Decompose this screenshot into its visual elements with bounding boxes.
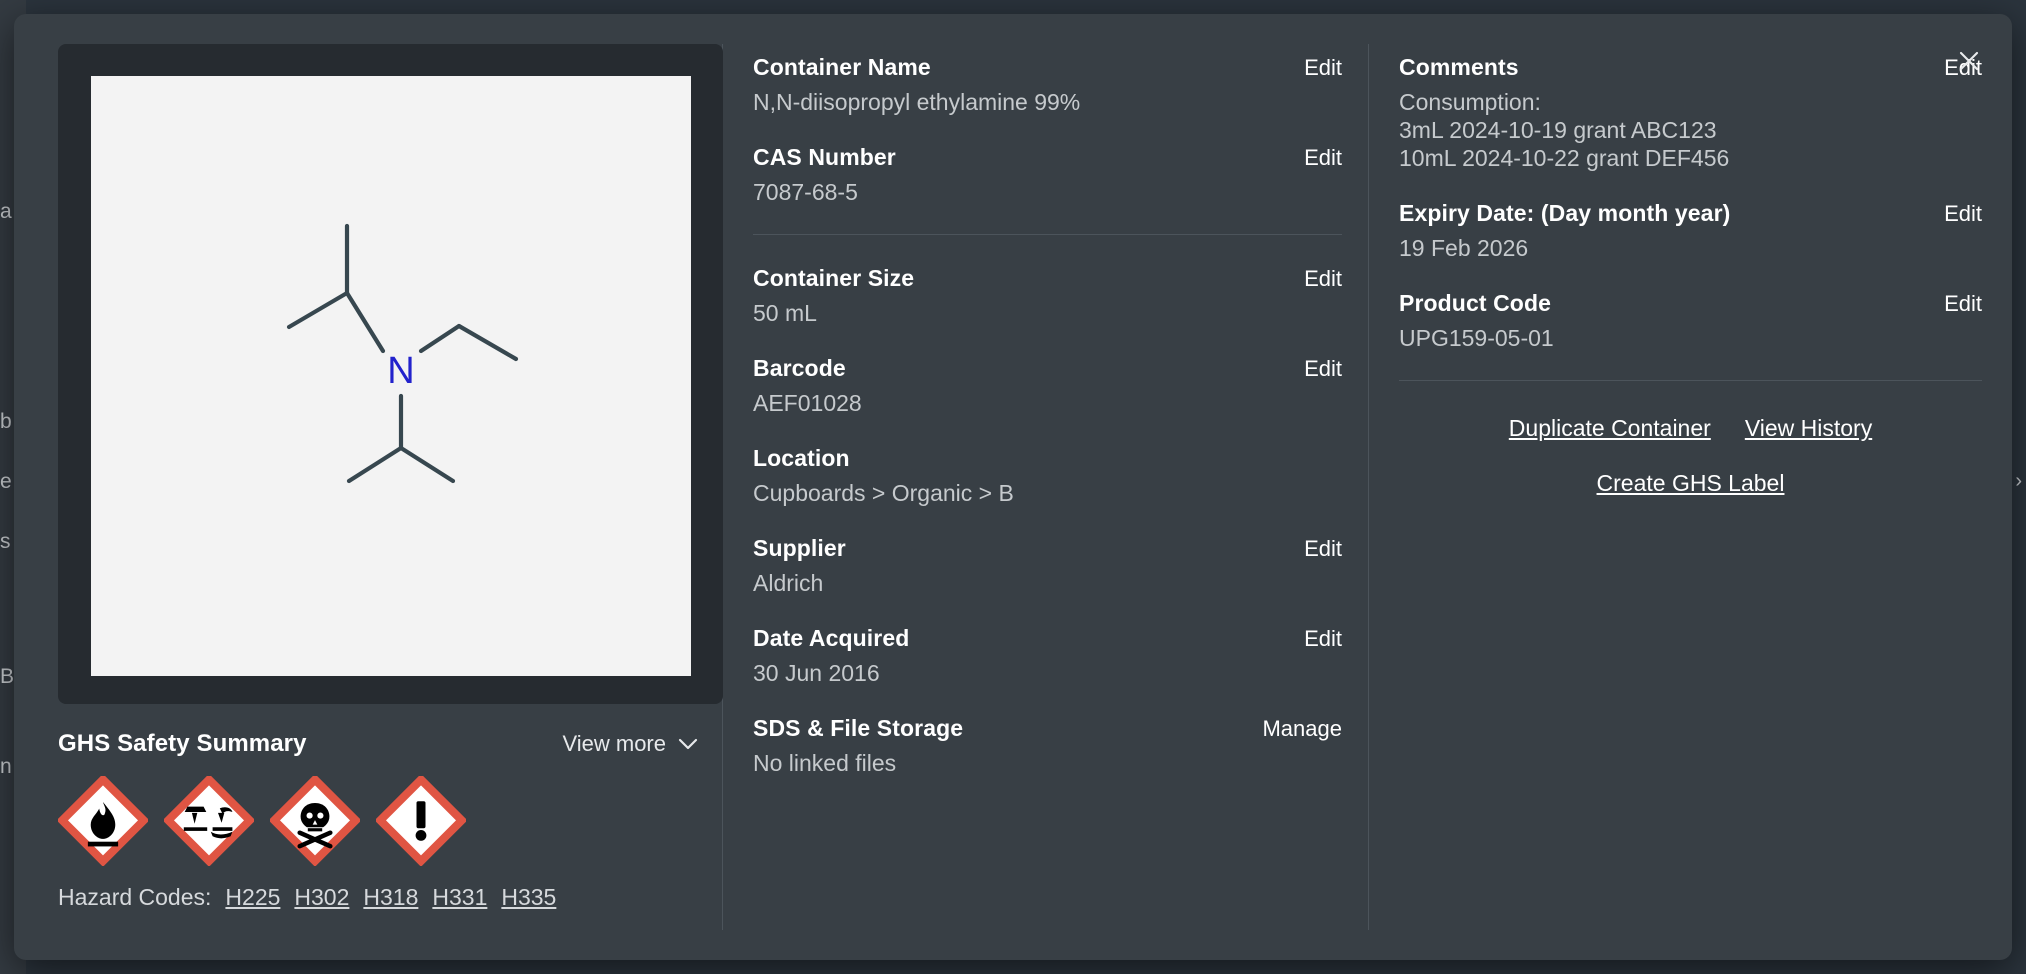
acute-toxicity-pictogram [268, 773, 362, 867]
field-label: Location [753, 445, 850, 472]
secondary-actions-row: Create GHS Label [1399, 470, 1982, 497]
field-supplier: Supplier Edit Aldrich [753, 535, 1342, 597]
field-label: Comments [1399, 54, 1519, 80]
ghs-header: GHS Safety Summary View more [58, 730, 698, 758]
edit-expiry-date-button[interactable]: Edit [1944, 201, 1982, 227]
background-text-fragment: a [0, 200, 12, 223]
field-container-name: Container Name Edit N,N-diisopropyl ethy… [753, 54, 1342, 116]
field-value: 30 Jun 2016 [753, 660, 880, 687]
field-barcode: Barcode Edit AEF01028 [753, 355, 1342, 417]
ghs-pictogram-list [56, 773, 682, 867]
field-location: Location Cupboards > Organic > B [753, 445, 1342, 507]
field-value: No linked files [753, 750, 897, 777]
chevron-down-icon [678, 730, 698, 756]
duplicate-container-link[interactable]: Duplicate Container [1509, 415, 1711, 442]
field-sds-file-storage: SDS & File Storage Manage No linked file… [753, 715, 1342, 777]
edit-date-acquired-button[interactable]: Edit [1304, 626, 1342, 652]
field-label: Container Name [753, 54, 931, 80]
hazard-code-h318[interactable]: H318 [363, 884, 418, 911]
flammable-pictogram [56, 773, 150, 867]
field-container-size: Container Size Edit 50 mL [753, 265, 1342, 327]
nitrogen-atom-label: N [387, 350, 414, 392]
hazard-code-h335[interactable]: H335 [501, 884, 556, 911]
field-label: Product Code [1399, 290, 1551, 317]
section-divider [753, 234, 1342, 236]
edit-cas-number-button[interactable]: Edit [1304, 145, 1342, 171]
hazard-code-h331[interactable]: H331 [432, 884, 487, 911]
field-expiry-date: Expiry Date: (Day month year) Edit 19 Fe… [1399, 200, 1982, 262]
hazard-codes-row: Hazard Codes: H225 H302 H318 H331 H335 [58, 884, 682, 911]
ghs-safety-summary-section: GHS Safety Summary View more Hazard Code… [56, 730, 698, 911]
hazard-codes-label: Hazard Codes: [58, 884, 212, 910]
field-label: Supplier [753, 535, 846, 562]
structure-card: N [58, 44, 723, 704]
hazard-code-h225[interactable]: H225 [225, 884, 280, 911]
field-label: CAS Number [753, 144, 896, 171]
edit-container-name-button[interactable]: Edit [1304, 55, 1342, 81]
field-label: Date Acquired [753, 625, 910, 652]
container-details-column: Container Name Edit N,N-diisopropyl ethy… [723, 14, 1368, 960]
ghs-title: GHS Safety Summary [58, 730, 307, 757]
hazard-code-h302[interactable]: H302 [294, 884, 349, 911]
field-value: 7087-68-5 [753, 179, 858, 206]
field-value: Consumption: 3mL 2024-10-19 grant ABC123… [1399, 88, 1982, 172]
field-value: 50 mL [753, 300, 817, 327]
view-history-link[interactable]: View History [1745, 415, 1872, 442]
field-label: Barcode [753, 355, 846, 382]
edit-product-code-button[interactable]: Edit [1944, 291, 1982, 317]
container-details-modal: N GHS Safety Summary View more Hazard Co… [14, 14, 2012, 960]
field-value: AEF01028 [753, 390, 862, 417]
comment-line: Consumption: [1399, 89, 1541, 115]
field-value: Cupboards > Organic > B [753, 480, 1014, 507]
molecule-structure-image: N [90, 76, 691, 676]
structure-and-safety-column: N GHS Safety Summary View more Hazard Co… [14, 14, 723, 960]
edit-container-size-button[interactable]: Edit [1304, 266, 1342, 292]
close-icon[interactable] [1952, 44, 1986, 78]
create-ghs-label-link[interactable]: Create GHS Label [1597, 470, 1785, 497]
field-date-acquired: Date Acquired Edit 30 Jun 2016 [753, 625, 1342, 687]
chevron-right-icon: › [2015, 470, 2022, 492]
field-value: N,N-diisopropyl ethylamine 99% [753, 89, 1081, 115]
edit-barcode-button[interactable]: Edit [1304, 356, 1342, 382]
background-text-fragment: s [0, 530, 11, 553]
field-comments: Comments Edit Consumption: 3mL 2024-10-1… [1399, 54, 1982, 172]
harmful-irritant-pictogram [374, 773, 468, 867]
comment-line: 3mL 2024-10-19 grant ABC123 [1399, 117, 1717, 144]
background-text-fragment: B [0, 665, 15, 688]
modal-body: N GHS Safety Summary View more Hazard Co… [14, 14, 2012, 960]
field-value: 19 Feb 2026 [1399, 235, 1529, 262]
manage-files-button[interactable]: Manage [1262, 716, 1342, 742]
edit-supplier-button[interactable]: Edit [1304, 536, 1342, 562]
field-label: Container Size [753, 265, 915, 292]
corrosive-pictogram [162, 773, 256, 867]
field-value: UPG159-05-01 [1399, 325, 1554, 352]
background-text-fragment: n [0, 755, 12, 778]
background-text-fragment: e [0, 470, 12, 493]
field-label: Expiry Date: (Day month year) [1399, 200, 1731, 227]
comment-line: 10mL 2024-10-22 grant DEF456 [1399, 145, 1730, 172]
field-value: Aldrich [753, 570, 824, 597]
field-product-code: Product Code Edit UPG159-05-01 [1399, 290, 1982, 352]
background-text-fragment: b [0, 410, 12, 433]
field-cas-number: CAS Number Edit 7087-68-5 [753, 144, 1342, 206]
actions-divider [1399, 380, 1982, 382]
primary-actions-row: Duplicate Container View History [1399, 415, 1982, 442]
view-more-label: View more [562, 731, 666, 756]
view-more-button[interactable]: View more [562, 731, 698, 757]
comments-and-actions-column: Comments Edit Consumption: 3mL 2024-10-1… [1369, 14, 2012, 960]
field-label: SDS & File Storage [753, 715, 964, 742]
